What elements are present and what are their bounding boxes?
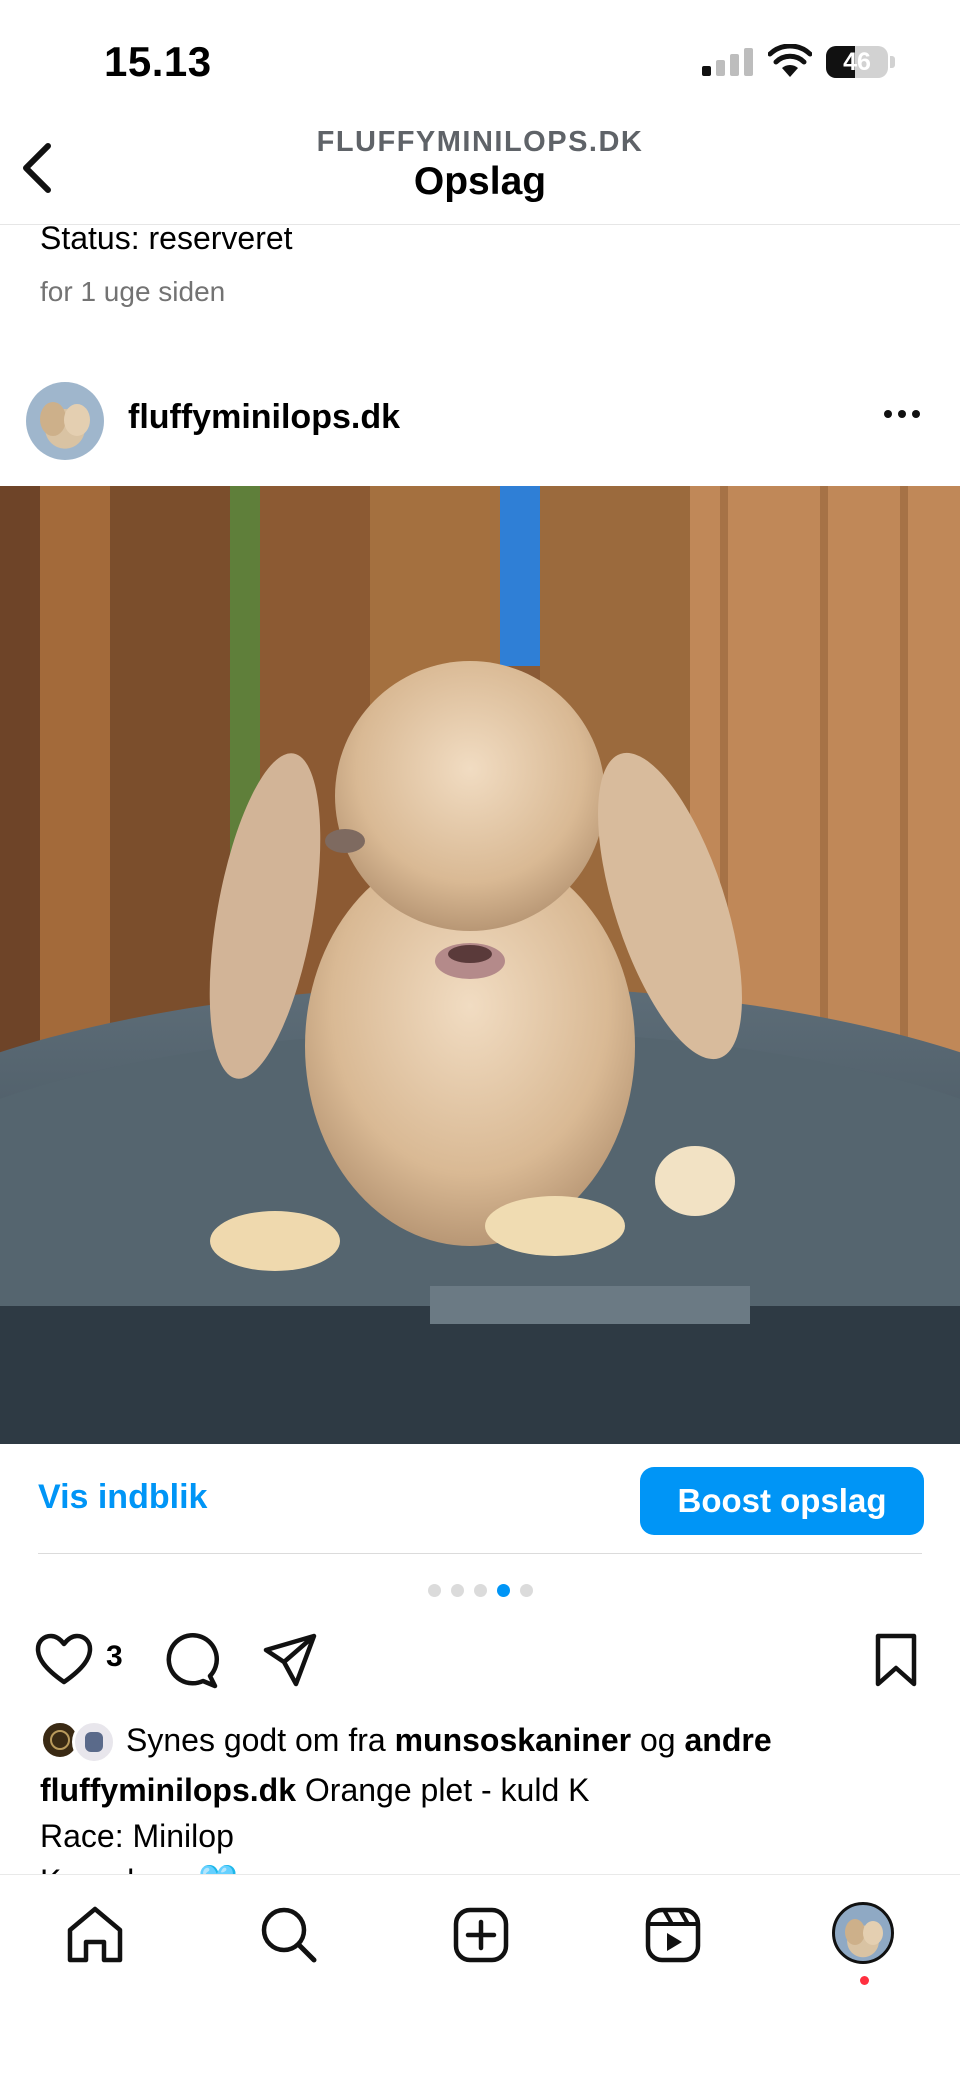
insights-divider	[38, 1553, 922, 1554]
liked-by-joiner: og	[639, 1722, 676, 1758]
likes-count[interactable]: 3	[106, 1640, 123, 1674]
post-image[interactable]	[0, 486, 960, 1444]
caption-text: Orange plet - kuld K	[304, 1772, 590, 1808]
battery-cap	[890, 56, 895, 68]
liked-by-text[interactable]: Synes godt om fra munsoskaniner og andre	[126, 1722, 772, 1759]
comment-icon[interactable]	[162, 1632, 220, 1690]
liked-by-avatar[interactable]	[72, 1720, 116, 1764]
liked-by-prefix: Synes godt om fra	[126, 1722, 386, 1758]
search-icon[interactable]	[258, 1904, 320, 1966]
carousel-dot	[519, 1584, 533, 1597]
previous-caption-status: Status: reserveret	[40, 220, 293, 256]
share-icon[interactable]	[262, 1632, 318, 1688]
liked-by-user[interactable]: munsoskaniner	[395, 1722, 632, 1758]
create-icon[interactable]	[452, 1906, 510, 1964]
caption-line-2: Race: Minilop	[40, 1818, 234, 1854]
carousel-dot-active	[496, 1584, 510, 1597]
page-title: Opslag	[413, 160, 547, 203]
heart-icon[interactable]	[34, 1632, 94, 1688]
account-name-header: FLUFFYMINILOPS.DK	[316, 126, 644, 158]
rabbit-photo	[0, 486, 960, 1444]
carousel-dot	[450, 1584, 464, 1597]
previous-post-time: for 1 uge siden	[40, 276, 226, 307]
wifi-icon	[768, 44, 812, 77]
home-icon[interactable]	[64, 1904, 126, 1966]
status-time: 15.13	[104, 38, 212, 85]
more-options-icon[interactable]	[884, 410, 920, 418]
reels-icon[interactable]	[644, 1906, 702, 1964]
cellular-signal-icon	[702, 48, 753, 76]
battery-level: 46	[843, 48, 871, 76]
notification-dot	[860, 1976, 869, 1985]
profile-avatar[interactable]	[832, 1902, 894, 1964]
boost-post-button[interactable]: Boost opslag	[640, 1467, 924, 1535]
battery-icon: 46	[826, 46, 888, 78]
bookmark-icon[interactable]	[872, 1632, 920, 1688]
bottom-navigation	[0, 1874, 960, 2079]
liked-by-others[interactable]: andre	[684, 1722, 771, 1758]
carousel-indicator	[0, 1584, 960, 1597]
post-author-username[interactable]: fluffyminilops.dk	[128, 398, 400, 437]
caption-username[interactable]: fluffyminilops.dk	[40, 1772, 296, 1808]
post-author-avatar[interactable]	[26, 382, 104, 460]
view-insights-link[interactable]: Vis indblik	[38, 1478, 207, 1517]
carousel-dot	[473, 1584, 487, 1597]
carousel-dot	[427, 1584, 441, 1597]
caption-line-1: fluffyminilops.dk Orange plet - kuld K	[40, 1772, 589, 1809]
